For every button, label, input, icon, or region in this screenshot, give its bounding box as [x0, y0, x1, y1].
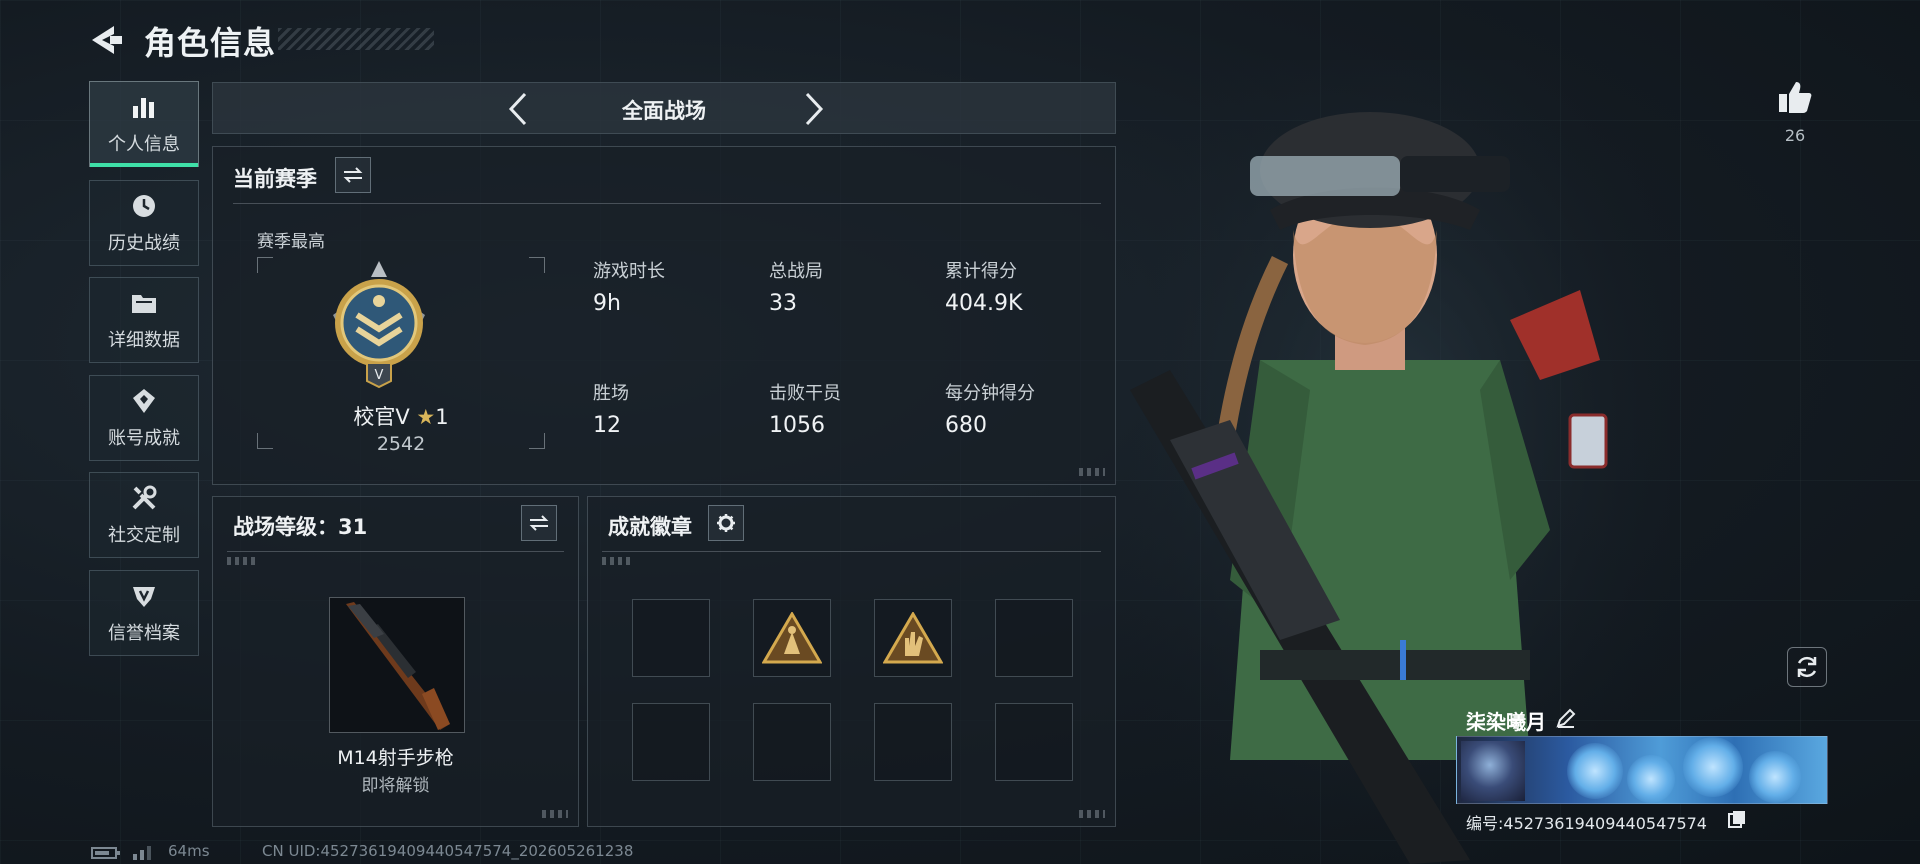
name-banner[interactable] [1456, 736, 1828, 804]
folder-icon [132, 295, 156, 313]
player-name-card: 柒染曦月 编号:4527361940944054757​4 [1456, 700, 1828, 834]
swap-icon [529, 515, 549, 531]
corner-decoration [1079, 810, 1105, 818]
frame-corner [529, 257, 545, 273]
stat-value: 404.9K [945, 291, 1023, 316]
sidebar-item-label: 信誉档案 [108, 623, 180, 644]
sidebar-item-personal-info[interactable]: 个人信息 [89, 81, 199, 167]
back-arrow-icon[interactable] [88, 22, 126, 58]
player-id: 编号:4527361940944054757​4 [1466, 814, 1707, 833]
rank-score: 2542 [376, 433, 426, 455]
badge-slot[interactable] [632, 703, 710, 781]
pencil-icon[interactable] [1554, 706, 1578, 730]
stat-value: 12 [593, 413, 621, 438]
sidebar-item-achievements[interactable]: 账号成就 [89, 375, 199, 461]
title-decoration [278, 28, 434, 50]
stat-label: 每分钟得分 [945, 383, 1035, 404]
badge-slot[interactable] [874, 599, 952, 677]
stat-value: 680 [945, 413, 987, 438]
stat-value: 33 [769, 291, 797, 316]
sidebar-item-reputation[interactable]: 信誉档案 [89, 570, 199, 656]
badge-slot[interactable] [874, 703, 952, 781]
like-count: 26 [1784, 126, 1806, 145]
page-title: 角色信息 [144, 24, 277, 62]
copy-icon[interactable] [1728, 810, 1746, 828]
sidebar-item-label: 历史战绩 [108, 233, 180, 254]
rifle-icon [346, 602, 450, 730]
stat-label: 击败干员 [769, 383, 841, 404]
bar-chart-icon [133, 98, 154, 118]
chevron-right-icon[interactable] [799, 91, 829, 127]
corner-decoration [1079, 468, 1105, 476]
mode-label: 全面战场 [622, 99, 706, 123]
badge-triangle-icon [762, 612, 822, 664]
badge-slot[interactable] [995, 599, 1073, 677]
badge-slot[interactable] [753, 599, 831, 677]
badge-slot[interactable] [632, 599, 710, 677]
banner-decoration [1567, 743, 1623, 799]
badge-slot[interactable] [995, 703, 1073, 781]
achievements-title: 成就徽章 [608, 515, 692, 539]
tools-icon [132, 485, 157, 510]
stat-value: 9h [593, 291, 621, 316]
refresh-icon [1797, 656, 1817, 678]
banner-decoration [1749, 751, 1801, 803]
gear-icon [717, 514, 735, 532]
frame-corner [257, 257, 273, 273]
stat-label: 胜场 [593, 383, 629, 404]
battlefield-level-title: 战场等级：31 [233, 515, 368, 539]
level-switch-button[interactable] [521, 505, 557, 541]
achievements-settings-button[interactable] [708, 505, 744, 541]
stat-label: 总战局 [769, 261, 823, 282]
stat-label: 累计得分 [945, 261, 1017, 282]
divider [233, 203, 1101, 204]
badge-hand-icon [883, 612, 943, 664]
sidebar-item-history[interactable]: 历史战绩 [89, 180, 199, 266]
rank-stars: 1 [435, 405, 449, 429]
sidebar-item-label: 详细数据 [108, 330, 180, 351]
mode-selector: 全面战场 [212, 82, 1116, 134]
weapon-thumbnail[interactable] [329, 597, 465, 733]
banner-decoration [1683, 737, 1743, 797]
refresh-button[interactable] [1787, 647, 1827, 687]
signal-icon [133, 846, 151, 860]
rank-emblem-icon: V [333, 261, 425, 389]
shield-icon [133, 587, 155, 607]
avatar [1461, 741, 1525, 801]
divider [602, 551, 1101, 552]
banner-decoration [1627, 755, 1675, 803]
season-best-label: 赛季最高 [257, 232, 325, 252]
season-title: 当前赛季 [233, 167, 317, 191]
swap-icon [343, 167, 363, 183]
badge-slot[interactable] [753, 703, 831, 781]
weapon-status: 即将解锁 [361, 776, 430, 796]
sidebar-item-label: 个人信息 [108, 134, 180, 155]
sidebar-item-label: 账号成就 [108, 428, 180, 449]
star-icon: ★ [416, 405, 436, 429]
season-switch-button[interactable] [335, 157, 371, 193]
achievement-icon [133, 389, 155, 413]
achievements-panel: 成就徽章 [587, 496, 1116, 827]
stat-label: 游戏时长 [593, 261, 665, 282]
stat-value: 1056 [769, 413, 825, 438]
battery-icon [91, 847, 120, 859]
sidebar-item-detailed-data[interactable]: 详细数据 [89, 277, 199, 363]
season-panel: 当前赛季 赛季最高 V 校官V ★1 2542 游戏时长 9h 总战局 33 累… [212, 146, 1116, 485]
player-name: 柒染曦月 [1466, 710, 1546, 734]
corner-decoration [227, 557, 257, 565]
weapon-name: M14射手步枪 [337, 747, 454, 769]
corner-decoration [542, 810, 568, 818]
battlefield-level-panel: 战场等级：31 M14射手步枪 即将解锁 [212, 496, 579, 827]
uid-text: CN UID:4527361940944054757​4_20260526123… [262, 842, 634, 860]
ping-text: 64ms [168, 842, 210, 860]
corner-decoration [602, 557, 632, 565]
svg-text:V: V [375, 368, 384, 383]
rank-title: 校官V ★1 [257, 401, 545, 431]
rank-name: 校官V [353, 405, 410, 429]
sidebar-item-social[interactable]: 社交定制 [89, 472, 199, 558]
thumbs-up-icon[interactable] [1776, 78, 1814, 116]
clock-icon [133, 195, 155, 217]
sidebar-item-label: 社交定制 [108, 525, 180, 546]
divider [227, 551, 564, 552]
